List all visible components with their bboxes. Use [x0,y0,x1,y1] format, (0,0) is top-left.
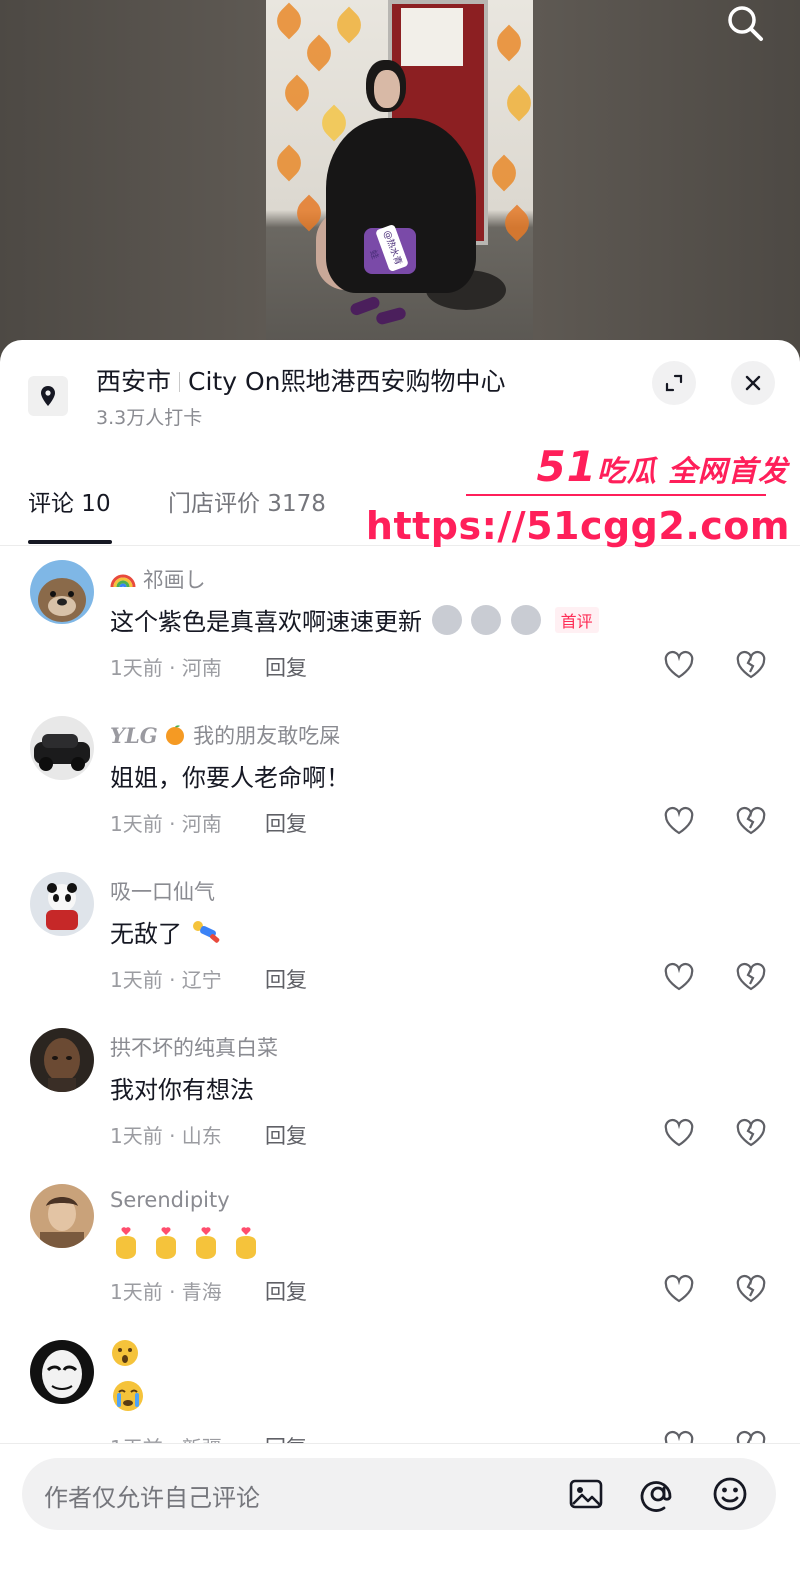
watermark: 51吃瓜 全网首发 https://51cgg2.com [366,442,800,552]
comment-text: 这个紫色是真喜欢啊速速更新 首评 [110,602,599,637]
mention-icon[interactable] [638,1474,678,1514]
tab-store-reviews[interactable]: 门店评价 3178 [168,484,326,518]
tab-underline [28,540,112,544]
location-place: City On熙地港西安购物中心 [188,367,506,396]
crying-face-icon [113,1381,143,1411]
reply-button[interactable]: 回复 [265,1276,307,1306]
comment-meta: 1天前 · 青海 [110,1280,222,1304]
wolf-face-icon [471,605,502,635]
comment-item: YLG 我的朋友敢吃屎 姐姐，你要人老命啊！ 1天前 · 河南 回复 [0,706,800,862]
video-photo[interactable]: @热水青蛙 [266,0,533,350]
finger-heart-icon [116,1227,136,1259]
finger-heart-icon [156,1227,176,1259]
location-pin-icon [28,376,68,416]
location-city: 西安市 [96,367,172,396]
wolf-face-icon [431,605,462,635]
location-title[interactable]: 西安市 City On熙地港西安购物中心 [96,362,506,398]
avatar[interactable] [30,1028,94,1092]
comment-meta: 1天前 · 河南 [110,656,222,680]
dislike-broken-heart-icon[interactable] [734,1272,768,1306]
reply-button[interactable]: 回复 [265,964,307,994]
comment-input-bar: 作者仅允许自己评论 [0,1444,800,1573]
comment-text: 无敌了 [110,914,224,949]
tab-comments[interactable]: 评论 10 [28,484,111,518]
comment-author[interactable]: 祁画し [110,564,206,594]
dislike-broken-heart-icon[interactable] [734,960,768,994]
rainbow-icon [110,574,136,588]
comment-text: 我对你有想法 [110,1076,254,1104]
comment-meta: 1天前 · 辽宁 [110,968,222,992]
dislike-broken-heart-icon[interactable] [734,1116,768,1150]
avatar[interactable] [30,1184,94,1248]
image-icon[interactable] [566,1474,606,1514]
comment-meta: 1天前 · 河南 [110,812,222,836]
orange-icon [166,725,185,745]
like-heart-icon[interactable] [662,1116,696,1150]
comment-author[interactable]: 拱不坏的纯真白菜 [110,1032,278,1062]
comment-item: 吸一口仙气 无敌了 1天前 · 辽宁 回复 [0,862,800,1018]
reply-button[interactable]: 回复 [265,1120,307,1150]
comment-text-body: 无敌了 [110,920,182,948]
reply-button[interactable]: 回复 [265,808,307,838]
emoji-icon[interactable] [710,1474,750,1514]
finger-heart-icon [236,1227,256,1259]
dislike-broken-heart-icon[interactable] [734,648,768,682]
comment-meta: 1天前 · 山东 [110,1124,222,1148]
expand-icon [665,374,683,392]
finger-heart-icon [196,1227,216,1259]
comment-item: Serendipity 1天前 · 青海 回复 [0,1174,800,1330]
comment-author[interactable]: 吸一口仙气 [110,876,215,906]
avatar[interactable] [30,1340,94,1404]
comment-item: 拱不坏的纯真白菜 我对你有想法 1天前 · 山东 回复 [0,1018,800,1174]
comment-author[interactable]: YLG 我的朋友敢吃屎 [110,720,340,750]
watermark-brand: 吃瓜 全网首发 [596,454,788,488]
comment-text: 姐姐，你要人老命啊！ [110,764,350,792]
like-heart-icon[interactable] [662,804,696,838]
like-heart-icon[interactable] [662,648,696,682]
comment-text-body: 这个紫色是真喜欢啊速速更新 [110,608,422,636]
location-checkins: 3.3万人打卡 [96,407,203,429]
watermark-url: https://51cgg2.com [365,504,790,548]
comment-text [110,1378,146,1420]
comment-author[interactable]: Serendipity [110,1188,230,1212]
search-icon[interactable] [724,2,766,44]
comment-author-name: 我的朋友敢吃屎 [193,724,341,748]
dislike-broken-heart-icon[interactable] [734,804,768,838]
watermark-num: 51 [536,442,597,491]
video-background: @热水青蛙 [0,0,800,360]
comment-emoji-line [110,1338,140,1373]
like-heart-icon[interactable] [662,1272,696,1306]
comment-text [110,1226,262,1266]
falling-person-icon [192,921,219,943]
expand-button[interactable] [652,361,696,405]
avatar[interactable] [30,560,94,624]
avatar[interactable] [30,716,94,780]
comment-input[interactable]: 作者仅允许自己评论 [22,1458,776,1530]
wolf-face-icon [510,605,541,635]
like-heart-icon[interactable] [662,960,696,994]
avatar[interactable] [30,872,94,936]
comment-input-placeholder: 作者仅允许自己评论 [44,1484,260,1512]
comment-item: 祁画し 这个紫色是真喜欢啊速速更新 首评 1天前 · 河南 回复 [0,550,800,706]
close-icon [745,375,761,391]
surprised-face-icon [112,1340,138,1366]
first-comment-badge: 首评 [554,607,599,633]
reply-button[interactable]: 回复 [265,652,307,682]
comment-author-name: 祁画し [142,568,206,592]
comment-author-tag: YLG [110,723,158,748]
close-button[interactable] [731,361,775,405]
